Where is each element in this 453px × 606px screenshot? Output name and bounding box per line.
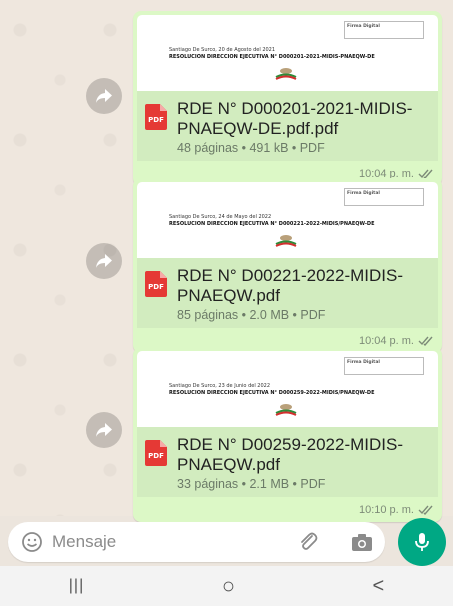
mic-button[interactable]	[398, 518, 446, 566]
message-bubble[interactable]: Firma Digital Santiago De Surco, 23 de J…	[133, 347, 442, 522]
pdf-icon: PDF	[145, 271, 167, 297]
forward-button[interactable]	[86, 243, 122, 279]
message-time: 10:10 p. m.	[358, 504, 414, 516]
signature-stamp: Firma Digital	[344, 357, 424, 375]
forward-icon	[96, 254, 112, 268]
file-name: RDE N° D000201-2021-MIDIS-PNAEQW-DE.pdf.…	[177, 99, 413, 138]
document-row[interactable]: PDF RDE N° D00259-2022-MIDIS-PNAEQW.pdf …	[137, 427, 438, 497]
preview-resolution-line: RESOLUCION DIRECCION EJECUTIVA N° D00020…	[169, 54, 375, 60]
file-meta: 33 páginas • 2.1 MB • PDF	[177, 477, 326, 491]
svg-text:PDF: PDF	[148, 116, 164, 124]
file-meta: 85 páginas • 2.0 MB • PDF	[177, 308, 326, 322]
message-time: 10:04 p. m.	[358, 335, 414, 347]
document-preview[interactable]: Firma Digital Santiago De Surco, 24 de M…	[137, 182, 438, 258]
signature-stamp: Firma Digital	[344, 188, 424, 206]
document-preview[interactable]: Firma Digital Santiago De Surco, 20 de A…	[137, 15, 438, 91]
message-input-bar[interactable]: Mensaje	[8, 522, 385, 562]
preview-resolution-line: RESOLUCION DIRECCION EJECUTIVA N° D00025…	[169, 390, 375, 396]
file-meta: 48 páginas • 491 kB • PDF	[177, 141, 325, 155]
double-check-icon	[418, 505, 433, 515]
forward-icon	[96, 423, 112, 437]
preview-date-line: Santiago De Surco, 23 de Junio del 2022	[169, 383, 271, 389]
svg-text:PDF: PDF	[148, 283, 164, 291]
attach-icon[interactable]	[296, 530, 320, 554]
file-name: RDE N° D00259-2022-MIDIS-PNAEQW.pdf	[177, 435, 403, 474]
institution-logo-icon	[275, 404, 297, 416]
document-preview[interactable]: Firma Digital Santiago De Surco, 23 de J…	[137, 351, 438, 427]
recents-button[interactable]: |||	[69, 577, 84, 595]
message-bubble[interactable]: Firma Digital Santiago De Surco, 20 de A…	[133, 11, 442, 186]
signature-stamp: Firma Digital	[344, 21, 424, 39]
mic-icon	[415, 533, 429, 551]
document-row[interactable]: PDF RDE N° D000201-2021-MIDIS-PNAEQW-DE.…	[137, 91, 438, 161]
preview-date-line: Santiago De Surco, 20 de Agosto del 2021	[169, 47, 276, 53]
file-name: RDE N° D00221-2022-MIDIS-PNAEQW.pdf	[177, 266, 403, 305]
forward-button[interactable]	[86, 412, 122, 448]
emoji-icon[interactable]	[20, 530, 44, 554]
chat-area: Firma Digital Santiago De Surco, 20 de A…	[0, 0, 453, 522]
preview-date-line: Santiago De Surco, 24 de Mayo del 2022	[169, 214, 272, 220]
home-button[interactable]: ○	[222, 573, 235, 599]
pdf-icon: PDF	[145, 440, 167, 466]
institution-logo-icon	[275, 68, 297, 80]
pdf-icon: PDF	[145, 104, 167, 130]
message-bubble[interactable]: Firma Digital Santiago De Surco, 24 de M…	[133, 178, 442, 353]
preview-resolution-line: RESOLUCION DIRECCION EJECUTIVA N° D00022…	[169, 221, 375, 227]
system-nav-bar: ||| ○ <	[0, 566, 453, 606]
message-status: 10:04 p. m.	[137, 328, 438, 349]
camera-icon[interactable]	[350, 530, 374, 554]
svg-text:PDF: PDF	[148, 452, 164, 460]
institution-logo-icon	[275, 235, 297, 247]
message-input[interactable]: Mensaje	[52, 532, 116, 552]
back-button[interactable]: <	[373, 575, 385, 598]
message-status: 10:10 p. m.	[137, 497, 438, 518]
forward-button[interactable]	[86, 78, 122, 114]
double-check-icon	[418, 336, 433, 346]
forward-icon	[96, 89, 112, 103]
document-row[interactable]: PDF RDE N° D00221-2022-MIDIS-PNAEQW.pdf …	[137, 258, 438, 328]
